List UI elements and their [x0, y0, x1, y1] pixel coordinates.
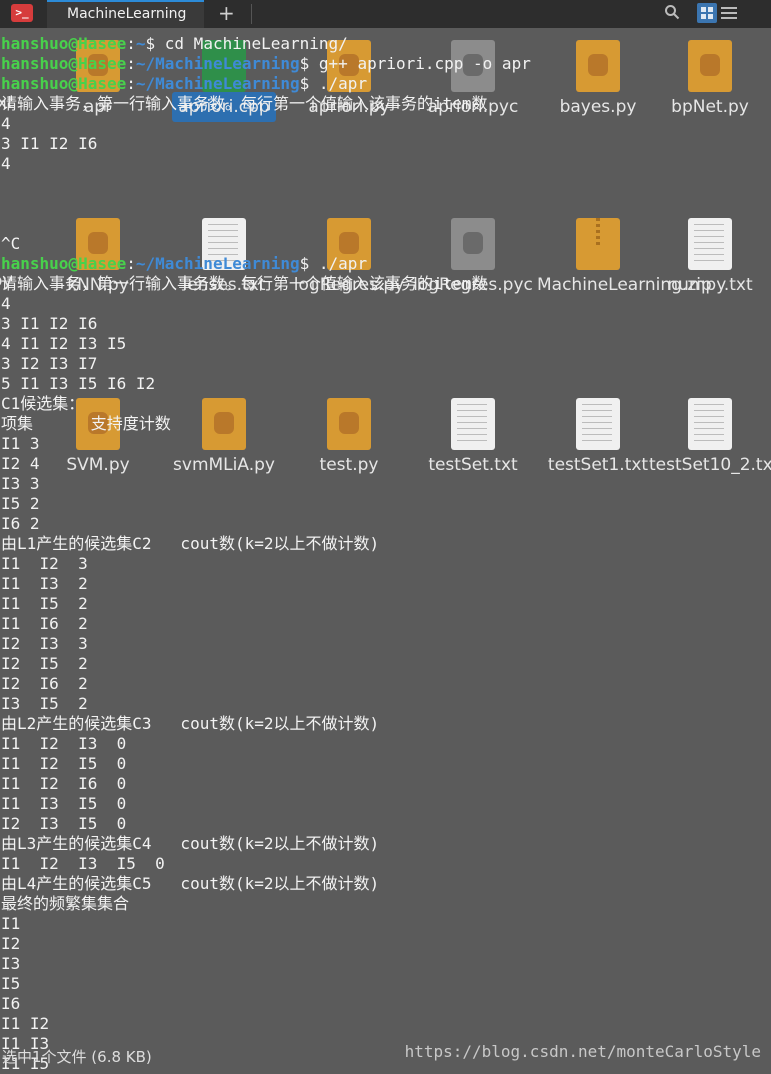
prompt-colon: : — [126, 74, 136, 93]
output-line: ^C — [1, 234, 21, 253]
output-line: 请输入事务，第一行输入事务数。每行第一个值输入该事务的item数 — [1, 274, 488, 293]
prompt-path: ~/MachineLearning — [135, 74, 300, 93]
output-line: I1 I2 — [1, 1014, 50, 1033]
output-line: I2 I3 I5 0 — [1, 814, 127, 833]
output-line: 4 — [1, 294, 11, 313]
prompt-user: hanshuo@Hasee — [1, 34, 127, 53]
output-line: I1 I3 2 — [1, 574, 88, 593]
prompt-path: ~/MachineLearning — [135, 54, 300, 73]
new-tab-button[interactable]: + — [218, 1, 235, 25]
output-line: I1 I2 I3 I5 0 — [1, 854, 165, 873]
prompt-dollar: $ — [145, 34, 165, 53]
output-line: I1 — [1, 914, 21, 933]
prompt-line: hanshuo@Hasee:~$ cd MachineLearning/ — [1, 34, 771, 54]
output-line: I1 I2 I6 0 — [1, 774, 127, 793]
prompt-line: hanshuo@Hasee:~/MachineLearning$ g++ apr… — [1, 54, 771, 74]
output-line: 由L2产生的候选集C3 cout数(k=2以上不做计数) — [1, 714, 380, 733]
output-line: I5 2 — [1, 494, 40, 513]
output-line: 3 I2 I3 I7 — [1, 354, 98, 373]
output-line: 项集 支持度计数 — [1, 414, 171, 433]
command-text: ./apr — [318, 254, 368, 273]
output-line: I1 I2 I3 0 — [1, 734, 127, 753]
prompt-dollar: $ — [299, 54, 319, 73]
output-line: I2 — [1, 934, 21, 953]
output-line: 4 I1 I2 I3 I5 — [1, 334, 127, 353]
search-icon[interactable] — [664, 4, 680, 20]
output-line: I1 I3 I5 0 — [1, 794, 127, 813]
prompt-line: hanshuo@Hasee:~/MachineLearning$ ./apr — [1, 254, 771, 274]
prompt-dollar: $ — [299, 254, 319, 273]
grid-view-icon[interactable] — [697, 3, 717, 23]
watermark: https://blog.csdn.net/monteCarloStyle — [404, 1042, 761, 1061]
output-line: 4 — [1, 114, 11, 133]
output-line: I2 I3 3 — [1, 634, 88, 653]
output-line: I2 I6 2 — [1, 674, 88, 693]
output-line: I1 I6 2 — [1, 614, 88, 633]
output-line: I3 I5 2 — [1, 694, 88, 713]
prompt-colon: : — [126, 34, 136, 53]
command-text: g++ apriori.cpp -o apr — [318, 54, 531, 73]
output-line: I1 I5 2 — [1, 594, 88, 613]
output-line: I1 3 — [1, 434, 40, 453]
command-text: cd MachineLearning/ — [164, 34, 348, 53]
status-bar: 选中1个文件 (6.8 KB) — [2, 1048, 152, 1066]
prompt-user: hanshuo@Hasee — [1, 254, 127, 273]
output-line: 由L3产生的候选集C4 cout数(k=2以上不做计数) — [1, 834, 380, 853]
prompt-user: hanshuo@Hasee — [1, 54, 127, 73]
output-line: I1 I2 3 — [1, 554, 88, 573]
output-line: 5 I1 I3 I5 I6 I2 — [1, 374, 156, 393]
output-line: I3 3 — [1, 474, 40, 493]
output-line: I1 I2 I5 0 — [1, 754, 127, 773]
prompt-colon: : — [126, 54, 136, 73]
terminal-app-icon[interactable]: >_ — [11, 4, 33, 22]
prompt-colon: : — [126, 254, 136, 273]
terminal-output[interactable]: hanshuo@Hasee:~$ cd MachineLearning/hans… — [1, 34, 771, 1074]
output-line: I6 2 — [1, 514, 40, 533]
output-line: I2 4 — [1, 454, 40, 473]
output-line: 由L1产生的候选集C2 cout数(k=2以上不做计数) — [1, 534, 380, 553]
list-view-icon[interactable] — [721, 5, 737, 21]
prompt-user: hanshuo@Hasee — [1, 74, 127, 93]
prompt-line: hanshuo@Hasee:~/MachineLearning$ ./apr — [1, 74, 771, 94]
output-line: I2 I5 2 — [1, 654, 88, 673]
prompt-path: ~ — [135, 34, 146, 53]
tab-bar: >_ MachineLearning + — [0, 0, 771, 28]
prompt-dollar: $ — [299, 74, 319, 93]
output-line: I3 — [1, 954, 21, 973]
tab-machinelearning[interactable]: MachineLearning — [47, 0, 204, 28]
output-line: C1候选集： — [1, 394, 85, 413]
output-line: I5 — [1, 974, 21, 993]
output-line: 3 I1 I2 I6 — [1, 314, 98, 333]
output-line: 3 I1 I2 I6 — [1, 134, 98, 153]
output-line: 4 — [1, 154, 11, 173]
command-text: ./apr — [318, 74, 368, 93]
prompt-path: ~/MachineLearning — [135, 254, 300, 273]
output-line: 由L4产生的候选集C5 cout数(k=2以上不做计数) — [1, 874, 380, 893]
tab-label: MachineLearning — [67, 6, 187, 22]
output-line: 最终的频繁集集合 — [1, 894, 130, 913]
output-line: 请输入事务，第一行输入事务数。每行第一个值输入该事务的item数 — [1, 94, 488, 113]
output-line: I6 — [1, 994, 21, 1013]
tab-divider — [251, 4, 252, 24]
